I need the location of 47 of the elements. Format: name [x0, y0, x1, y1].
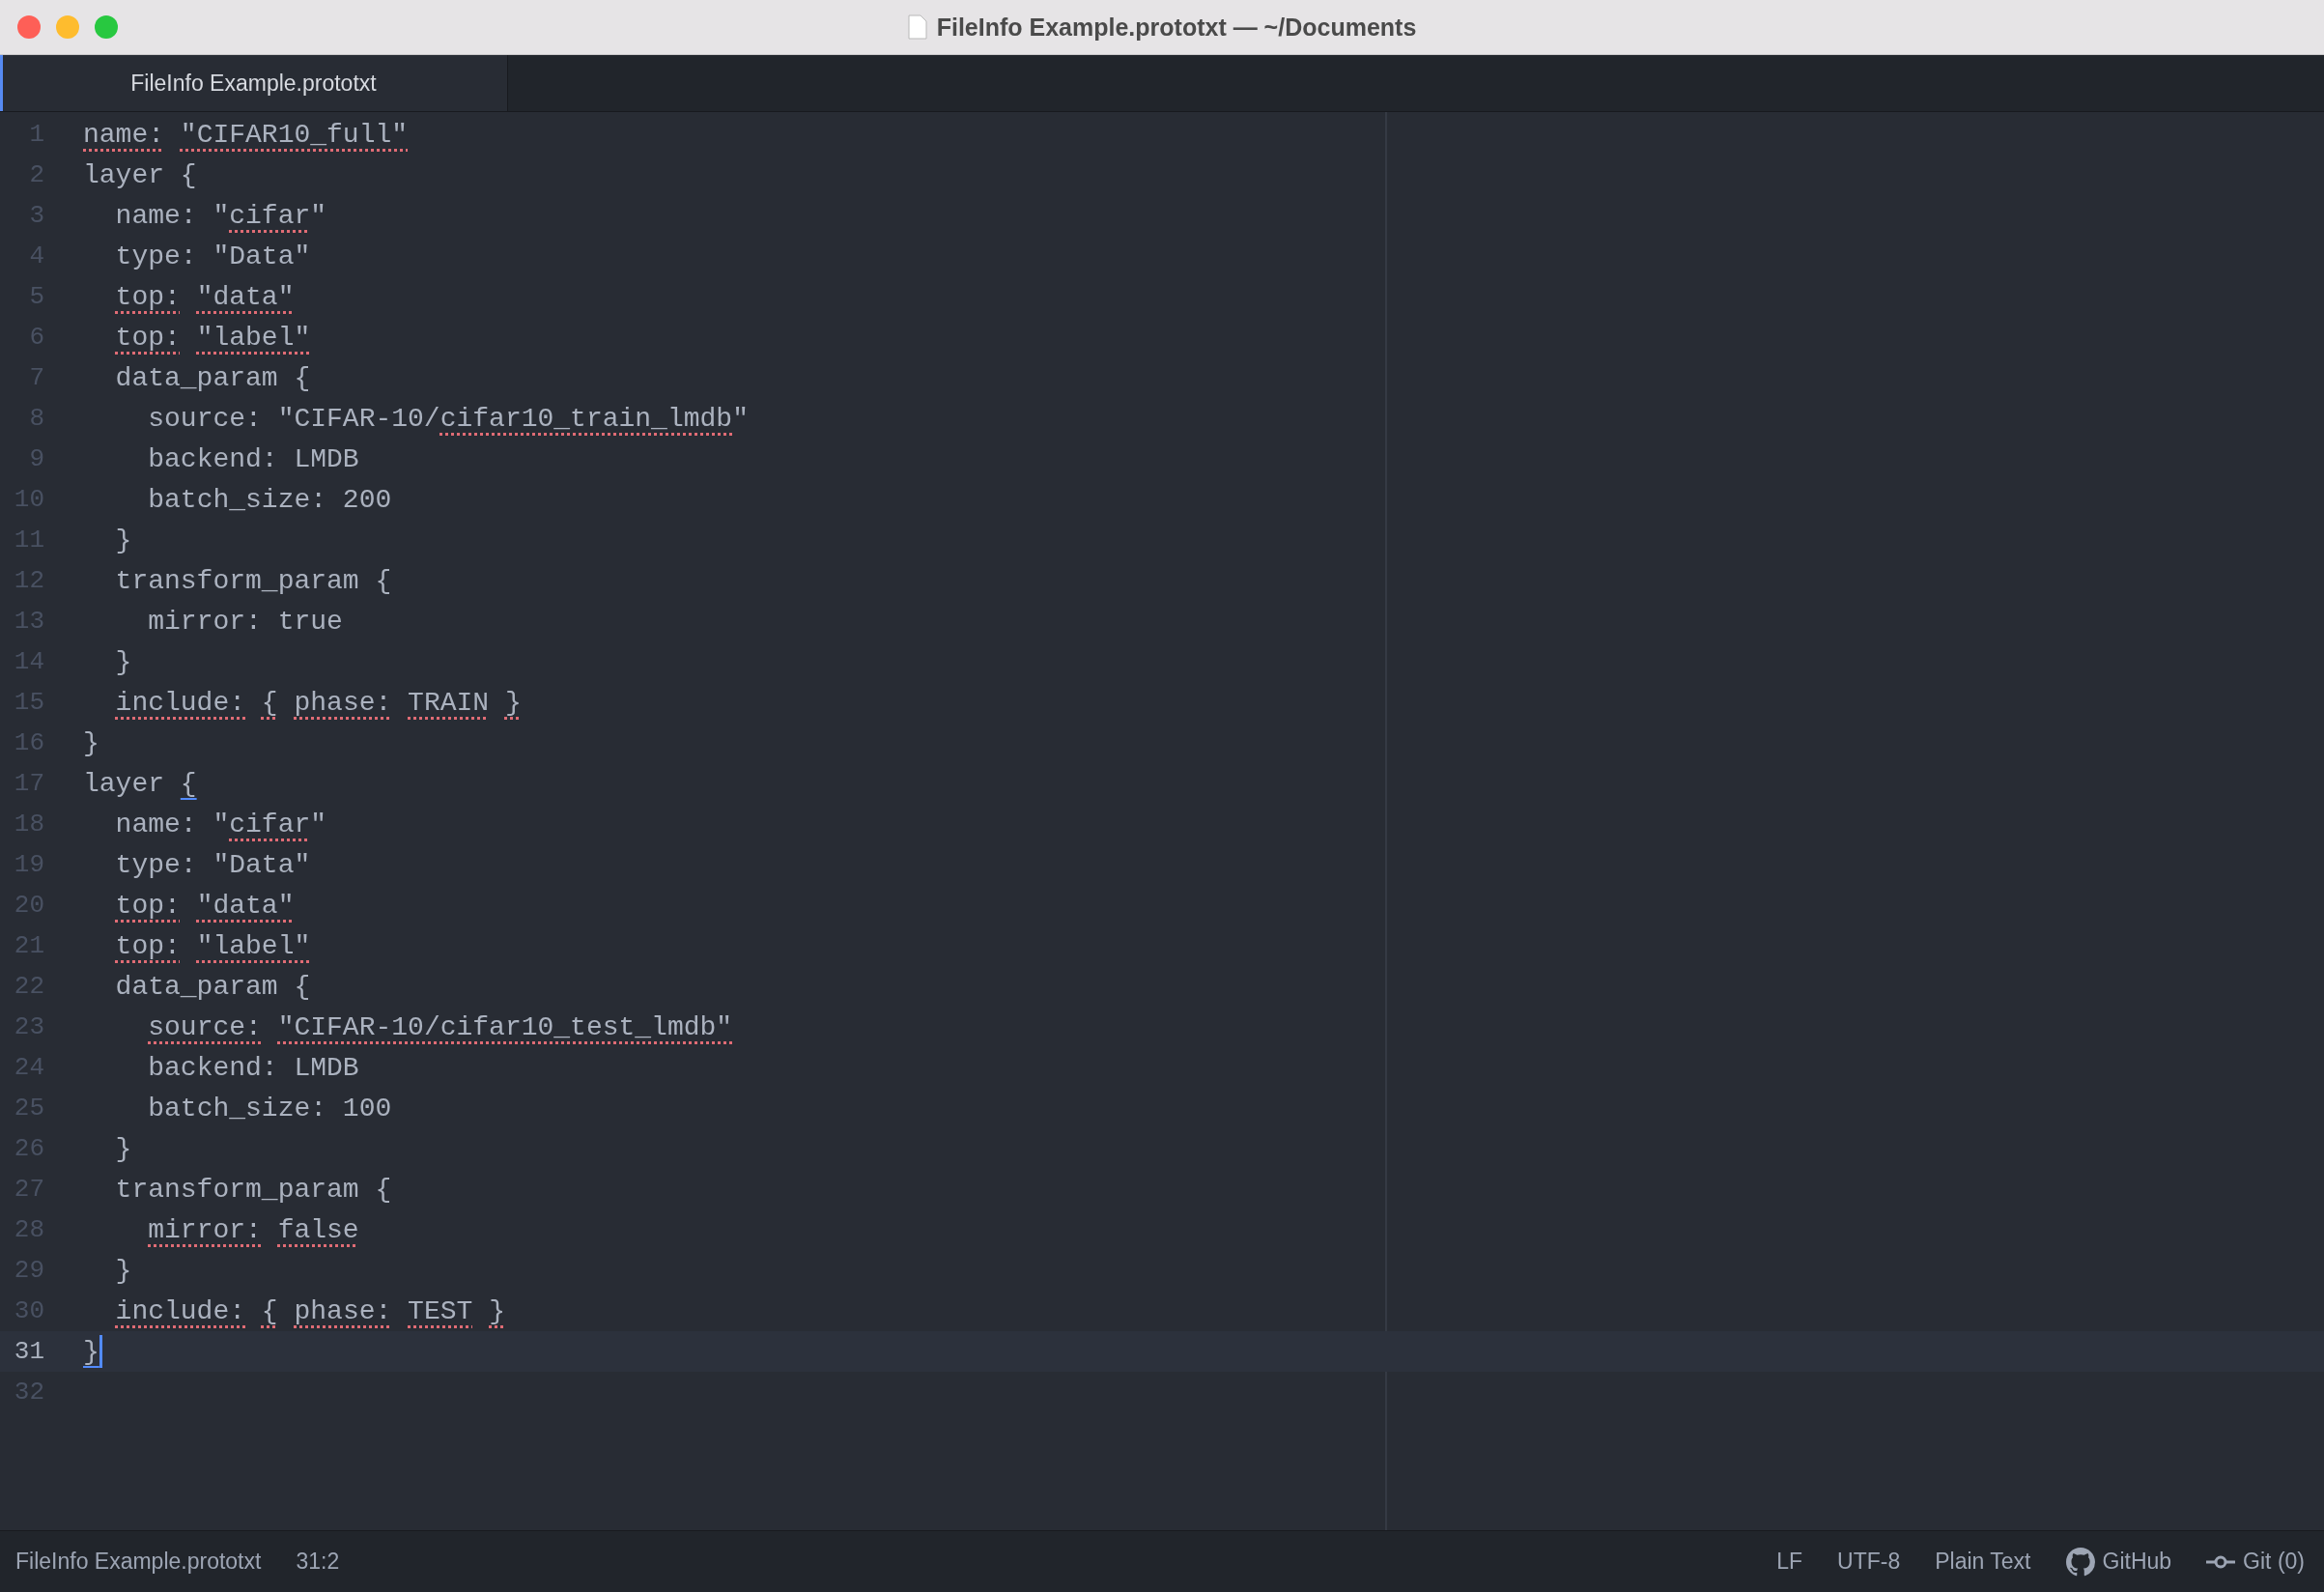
code-line: layer { — [83, 768, 197, 799]
git-label[interactable]: Git (0) — [2243, 1549, 2305, 1575]
code-line: data_param { — [114, 362, 311, 393]
code-line: type: "Data" — [114, 849, 311, 880]
code-line: } — [114, 525, 132, 555]
code-line: include: { phase: TRAIN } — [114, 687, 522, 718]
code-line: data_param { — [114, 971, 311, 1002]
grammar[interactable]: Plain Text — [1935, 1549, 2031, 1575]
code-line: mirror: false — [147, 1214, 359, 1245]
code-line: name: "cifar" — [114, 200, 327, 231]
code-line: include: { phase: TEST } — [114, 1295, 505, 1326]
code-line: } — [83, 727, 99, 758]
cursor-position[interactable]: 31:2 — [296, 1549, 340, 1575]
code-line: name: "CIFAR10_full" — [83, 119, 409, 150]
code-line: name: "cifar" — [114, 809, 327, 839]
file-name-status[interactable]: FileInfo Example.prototxt — [15, 1549, 262, 1575]
text-cursor — [99, 1335, 102, 1368]
line-number: 31 — [13, 1337, 44, 1366]
code-line: source: "CIFAR-10/cifar10_train_lmdb" — [147, 403, 749, 434]
github-label[interactable]: GitHub — [2102, 1549, 2172, 1575]
code-line: } — [83, 1335, 102, 1368]
code-line: layer { — [83, 159, 197, 190]
code-line: type: "Data" — [114, 241, 311, 271]
line-ending[interactable]: LF — [1776, 1549, 1803, 1575]
window-title: FileInfo Example.prototxt — ~/Documents — [936, 13, 1417, 42]
code-line: backend: LMDB — [147, 443, 359, 474]
github-icon[interactable] — [2065, 1547, 2095, 1577]
code-line: top: "data" — [114, 281, 295, 312]
code-line: source: "CIFAR-10/cifar10_test_lmdb" — [147, 1011, 733, 1042]
document-icon — [907, 14, 927, 40]
code-line: } — [114, 646, 132, 677]
zoom-button[interactable] — [95, 15, 118, 39]
file-tab[interactable]: FileInfo Example.prototxt — [0, 55, 508, 111]
code-line: transform_param { — [114, 565, 392, 596]
code-line: batch_size: 100 — [147, 1093, 392, 1123]
code-line: backend: LMDB — [147, 1052, 359, 1083]
code-line: } — [114, 1133, 132, 1164]
code-line: mirror: true — [147, 606, 343, 637]
minimize-button[interactable] — [56, 15, 79, 39]
code-line: } — [114, 1255, 132, 1286]
code-line: top: "label" — [114, 930, 311, 961]
close-button[interactable] — [17, 15, 41, 39]
code-line: top: "label" — [114, 322, 311, 353]
code-line: top: "data" — [114, 890, 295, 921]
code-line: batch_size: 200 — [147, 484, 392, 515]
encoding[interactable]: UTF-8 — [1837, 1549, 1901, 1575]
code-line: transform_param { — [114, 1174, 392, 1205]
